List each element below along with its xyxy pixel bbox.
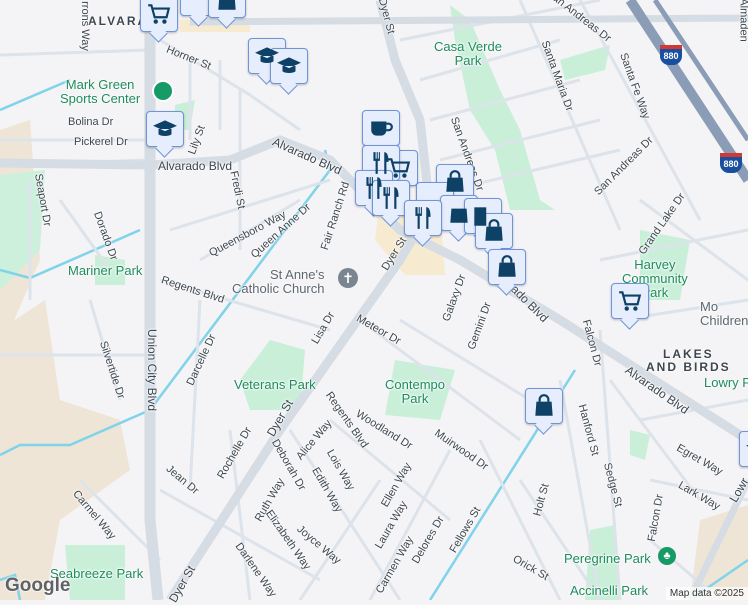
park-name-line: Mark Green [65,77,135,92]
park-name-line: Contempo [385,377,445,392]
park-name-line: Sports Center [60,91,141,106]
poi-label: MoChildren's [700,300,748,328]
shopping-bag-icon [485,219,503,241]
school-marker[interactable] [146,111,184,147]
shopping-bag-marker[interactable] [208,0,246,18]
district-label: LAKES AND BIRDS [646,348,731,374]
park-name-line: Harvey [634,257,676,272]
park-label: Contempo Park [385,378,445,406]
district-name-line: AND BIRDS [646,360,731,374]
poi-name-line: St Anne's [269,267,325,282]
park-name-line: Casa Verde [434,39,502,54]
street-label: Union City Blvd [145,328,160,412]
street-label: Almaden [737,0,748,42]
school-marker[interactable] [270,48,308,84]
tree-pin-icon[interactable]: ♣ [658,547,676,565]
shopping-cart-marker[interactable] [611,283,649,319]
interstate-880-shield: 880 [660,45,682,65]
park-label: Mariner Park [68,263,143,278]
street-label: Bolina Dr [68,116,114,128]
cafe-marker[interactable] [362,110,400,146]
google-logo: Google [5,575,71,596]
park-label: Mark Green Sports Center [60,78,140,106]
park-label: Accinelli Park [570,583,649,598]
top-road [189,14,748,26]
street-label: Pickerel Dr [74,136,128,148]
poi-name-line: Children's [700,313,748,328]
park-label: Lowry P [704,375,748,390]
park-name-line: Park [454,53,482,68]
poi-name-line: Mo [700,299,719,314]
shopping-bag-marker[interactable] [488,249,526,285]
shopping-bag-icon [450,208,468,223]
shopping-bag-icon [446,170,464,192]
shopping-bag-marker[interactable] [475,213,513,249]
park-label: Peregrine Park [564,551,651,566]
church-cross-icon[interactable]: ✝ [338,268,358,288]
street-label: rrons Way [78,1,91,51]
shopping-cart-icon [619,291,642,311]
graduation-cap-icon [153,120,177,137]
coffee-cup-icon [371,121,393,136]
poi-name-line: Catholic Church [232,281,325,296]
park-label: Veterans Park [234,377,316,392]
street-label: Alvarado Blvd [158,159,233,173]
fork-knife-icon [415,207,431,229]
shopping-cart-marker[interactable] [140,0,178,32]
park-name-line: Park [401,391,429,406]
shopping-bag-icon [498,255,516,277]
map-attribution[interactable]: Map data ©2025 [665,587,748,600]
park-pin-icon[interactable] [152,80,174,102]
graduation-cap-icon [277,57,301,74]
restaurant-marker[interactable] [404,200,442,236]
fork-knife-icon [373,152,389,174]
shopping-bag-marker[interactable] [525,388,563,424]
park-label: Casa Verde Park [434,40,502,68]
shopping-cart-icon [148,4,171,24]
poi-label: St Anne's Catholic Church [232,268,325,296]
fork-knife-icon [383,187,399,209]
shopping-bag-icon [535,394,553,416]
interstate-880-shield: 880 [720,153,742,173]
school-marker[interactable] [739,431,748,467]
shopping-bag-icon [218,0,236,10]
